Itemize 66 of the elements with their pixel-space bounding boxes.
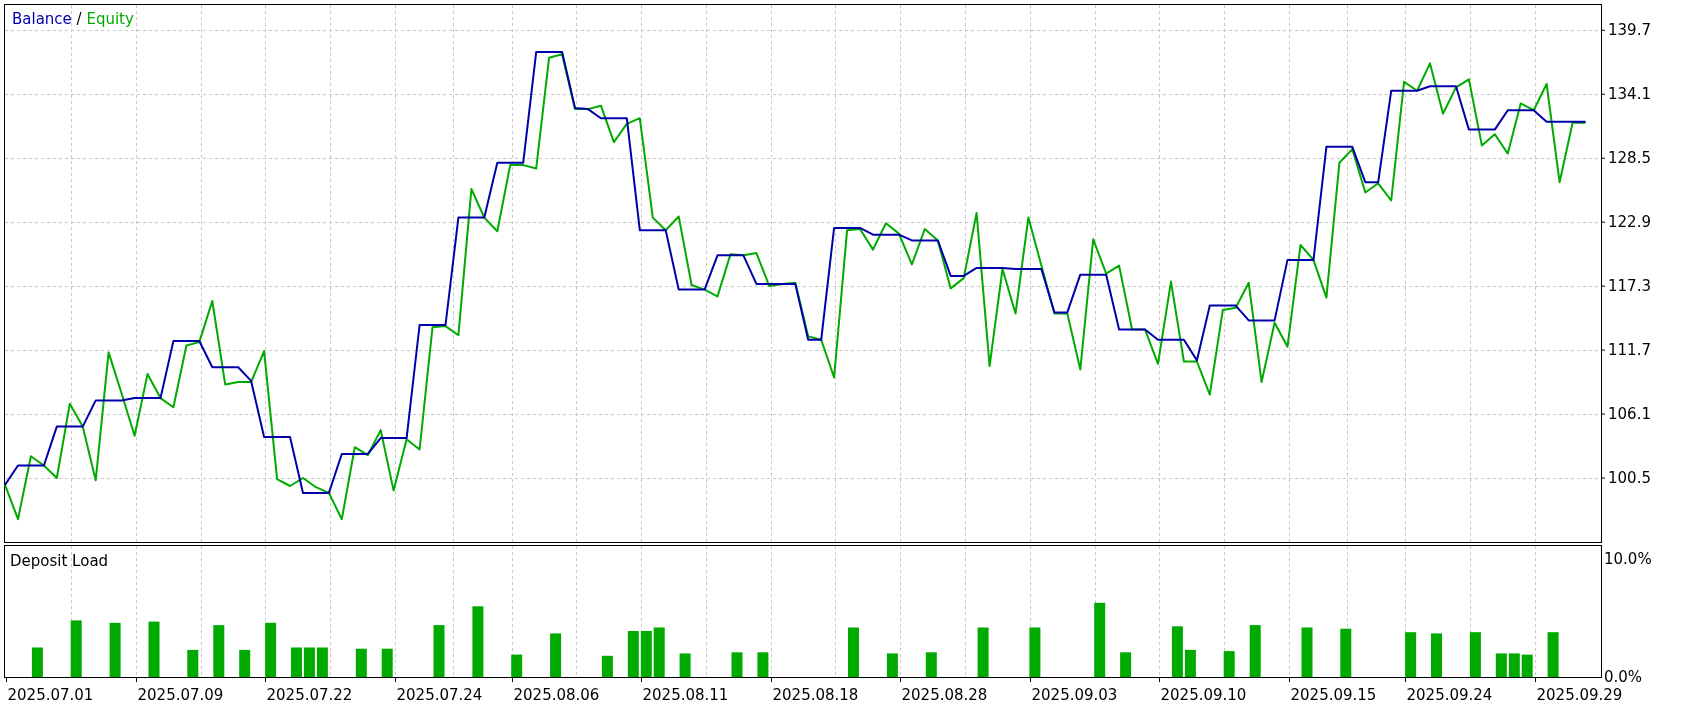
axis-label: 117.3 [1608, 277, 1651, 296]
load-bar [70, 620, 82, 677]
load-bar [679, 653, 691, 677]
load-bar [550, 633, 562, 677]
load-bar [1029, 627, 1041, 677]
load-bar [433, 625, 445, 677]
load-bar [1508, 653, 1520, 677]
load-bar [925, 652, 937, 678]
load-bar [757, 652, 769, 678]
axis-label: 2025.09.15 [1290, 686, 1377, 704]
load-bar [148, 621, 160, 677]
load-bar [31, 647, 43, 677]
load-bar [1301, 627, 1313, 677]
load-bar [653, 627, 665, 677]
load-bar [627, 631, 639, 677]
load-bar [291, 647, 302, 677]
load-bar [1340, 628, 1352, 677]
load-bar [355, 648, 367, 677]
load-bar [1469, 632, 1481, 677]
axis-label: 10.0% [1604, 550, 1652, 569]
axis-label: 111.7 [1608, 341, 1651, 360]
load-bar [640, 631, 652, 677]
axis-label: 2025.07.09 [137, 686, 224, 704]
axis-label: 2025.09.03 [1031, 686, 1118, 704]
load-bar [1431, 633, 1442, 677]
axis-label: 0.0% [1604, 668, 1643, 686]
chart-legend: Balance / Equity [12, 10, 134, 28]
axis-label: 2025.08.18 [772, 686, 859, 704]
load-bar [303, 647, 315, 677]
axis-label: 128.5 [1608, 149, 1651, 168]
load-bar [1521, 654, 1533, 677]
load-bar [977, 627, 989, 677]
load-bar [1249, 625, 1261, 677]
load-bar [731, 652, 743, 678]
axis-label: 134.1 [1608, 85, 1651, 104]
axis-label: 2025.08.28 [901, 686, 988, 704]
axis-label: 2025.07.24 [396, 686, 483, 704]
load-bar [1223, 651, 1235, 677]
axis-label: 2025.07.01 [7, 686, 94, 704]
axis-label: 106.1 [1608, 405, 1651, 424]
chart-title: Deposit Load [10, 552, 109, 570]
load-bar [472, 606, 484, 677]
load-bar [316, 647, 328, 677]
load-bar [381, 648, 393, 677]
axis-label: 2025.09.10 [1160, 686, 1247, 704]
load-bar [886, 653, 898, 677]
axis-label: 2025.07.22 [266, 686, 353, 704]
axis-label: 100.5 [1608, 469, 1651, 488]
axis-label: 139.7 [1608, 21, 1651, 40]
load-bar [265, 622, 277, 677]
load-bar [601, 655, 613, 677]
axis-label: 122.9 [1608, 213, 1651, 232]
load-bar [1547, 632, 1559, 677]
axis-label: 2025.08.06 [513, 686, 600, 704]
axis-label: 2025.08.11 [642, 686, 729, 704]
load-bar [187, 649, 199, 677]
load-bar [1120, 652, 1132, 678]
load-bar [511, 654, 523, 677]
load-bar [109, 622, 121, 677]
load-bar [213, 625, 225, 677]
load-bar [1405, 632, 1417, 677]
axis-label: 2025.09.29 [1536, 686, 1623, 704]
load-bar [1495, 653, 1507, 677]
load-bar [239, 649, 251, 677]
axis-label: 2025.09.24 [1406, 686, 1493, 704]
load-bar [848, 627, 859, 677]
